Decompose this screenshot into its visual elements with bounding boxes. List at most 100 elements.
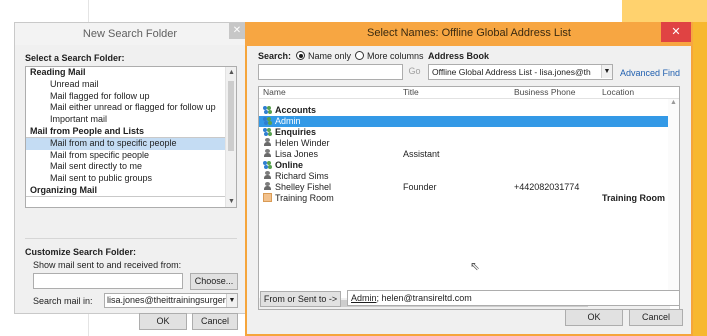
table-row[interactable]: Accounts (259, 105, 670, 116)
chevron-down-icon[interactable]: ▼ (226, 294, 237, 307)
cancel-button[interactable]: Cancel (192, 313, 238, 330)
chevron-down-icon[interactable]: ▼ (601, 65, 612, 78)
table-row[interactable]: Training Room Training Room (259, 193, 670, 204)
scroll-thumb[interactable] (228, 81, 234, 151)
dialog-title: New Search Folder (82, 28, 178, 40)
cell-location: Training Room (602, 193, 665, 203)
table-row[interactable]: Online (259, 160, 670, 171)
cell-name: Accounts (263, 105, 316, 116)
table-row[interactable]: Helen Winder (259, 138, 670, 149)
list-item[interactable]: Mail from specific people (26, 150, 236, 162)
address-list[interactable]: Name Title Business Phone Location Accou… (258, 86, 680, 310)
list-item[interactable]: Mail flagged for follow up (26, 91, 236, 103)
cell-title: Founder (403, 182, 437, 192)
list-item[interactable]: Unread mail (26, 79, 236, 91)
from-or-sent-to-field[interactable]: Admin; helen@transireltd.com (347, 290, 680, 306)
vertical-scrollbar[interactable]: ▲ ▼ (668, 99, 679, 299)
close-icon[interactable]: ✕ (661, 22, 691, 42)
cell-name-text: Enquiries (275, 127, 317, 137)
table-row[interactable]: Lisa Jones Assistant (259, 149, 670, 160)
list-item[interactable]: Mail sent to public groups (26, 173, 236, 185)
choose-button[interactable]: Choose... (190, 273, 238, 290)
advanced-find-link[interactable]: Advanced Find (620, 68, 680, 78)
scroll-up-icon[interactable]: ▲ (226, 69, 236, 76)
name-only-label[interactable]: Name only (308, 51, 351, 61)
cell-name-text: Online (275, 160, 304, 170)
customize-label: Customize Search Folder: (25, 247, 137, 257)
cancel-button[interactable]: Cancel (629, 309, 683, 326)
name-search-input[interactable] (258, 64, 403, 80)
background-panel-top (622, 0, 707, 22)
user-icon (263, 138, 272, 147)
table-row[interactable]: Shelley Fishel Founder +442082031774 (259, 182, 670, 193)
cell-name-text: Accounts (275, 105, 317, 115)
show-mail-field[interactable] (33, 273, 183, 289)
go-button[interactable]: Go (404, 64, 425, 80)
address-list-body: Accounts Admin Enquiries Helen Winder Lisa J… (259, 105, 670, 204)
list-item[interactable]: Important mail (26, 114, 236, 126)
column-header-title[interactable]: Title (403, 87, 419, 98)
user-icon (263, 171, 272, 180)
ok-button[interactable]: OK (139, 313, 187, 330)
table-row[interactable]: Enquiries (259, 127, 670, 138)
list-item[interactable]: Mail sent directly to me (26, 161, 236, 173)
list-category: Organizing Mail (26, 185, 236, 197)
table-row[interactable]: Richard Sims (259, 171, 670, 182)
cell-name: Training Room (263, 193, 334, 204)
dialog-title: Select Names: Offline Global Address Lis… (366, 27, 571, 39)
cell-title: Assistant (403, 149, 440, 159)
cell-name: Lisa Jones (263, 149, 318, 160)
scroll-up-icon[interactable]: ▲ (668, 99, 679, 106)
search-label: Search: (258, 51, 292, 61)
list-category: Mail from People and Lists (26, 126, 236, 138)
user-icon (263, 182, 272, 191)
ok-button[interactable]: OK (565, 309, 623, 326)
address-book-value: Offline Global Address List - lisa.jones… (432, 67, 591, 77)
list-item[interactable]: Mail either unread or flagged for follow… (26, 102, 236, 114)
list-item[interactable]: Mail from and to specific people (26, 137, 236, 150)
name-only-radio[interactable] (296, 51, 305, 60)
room-icon (263, 193, 272, 202)
show-mail-label: Show mail sent to and received from: (33, 260, 182, 270)
group-icon (263, 105, 272, 114)
search-folder-list-body: Reading Mail Unread mail Mail flagged for … (26, 67, 236, 197)
select-names-dialog: Select Names: Offline Global Address Lis… (245, 22, 693, 336)
list-category: Reading Mail (30, 67, 86, 77)
column-header-name[interactable]: Name (263, 87, 286, 98)
user-icon (263, 149, 272, 158)
from-field-rest: ; helen@transireltd.com (376, 293, 472, 303)
separator (25, 238, 237, 239)
group-icon (263, 127, 272, 136)
mouse-cursor-icon: ⇖ (470, 259, 481, 273)
address-book-select[interactable]: Offline Global Address List - lisa.jones… (428, 64, 613, 80)
table-row[interactable]: Admin (259, 116, 670, 127)
cell-name: Enquiries (263, 127, 316, 138)
group-icon (263, 160, 272, 169)
from-or-sent-to-button[interactable]: From or Sent to -> (260, 291, 341, 307)
group-icon (263, 116, 272, 125)
close-icon[interactable]: ✕ (229, 23, 245, 39)
more-columns-radio[interactable] (355, 51, 364, 60)
cell-name-text: Shelley Fishel (275, 182, 332, 192)
resolved-name-link[interactable]: Admin (351, 293, 377, 303)
column-headers: Name Title Business Phone Location (259, 87, 679, 99)
new-search-folder-dialog: New Search Folder ✕ Select a Search Fold… (14, 22, 246, 330)
search-in-label: Search mail in: (33, 296, 93, 306)
search-in-select[interactable]: lisa.jones@theittrainingsurgery.com ▼ (104, 293, 238, 308)
cell-name: Richard Sims (263, 171, 329, 182)
select-search-folder-label: Select a Search Folder: (25, 53, 125, 63)
search-folder-list[interactable]: Reading Mail Unread mail Mail flagged for … (25, 66, 237, 208)
list-scrollbar[interactable]: ▲ ▼ (225, 67, 236, 207)
cell-name: Admin (263, 116, 301, 127)
column-header-location[interactable]: Location (602, 87, 634, 98)
cell-name-text: Lisa Jones (275, 149, 319, 159)
scroll-down-icon[interactable]: ▼ (226, 198, 236, 205)
dialog-title-bar: New Search Folder ✕ (15, 23, 245, 45)
cell-name-text: Helen Winder (275, 138, 330, 148)
cell-name-text: Training Room (275, 193, 334, 203)
column-header-phone[interactable]: Business Phone (514, 87, 575, 98)
cell-name: Helen Winder (263, 138, 330, 149)
cell-phone: +442082031774 (514, 182, 580, 192)
more-columns-label[interactable]: More columns (367, 51, 424, 61)
cell-name-text: Admin (275, 116, 301, 126)
